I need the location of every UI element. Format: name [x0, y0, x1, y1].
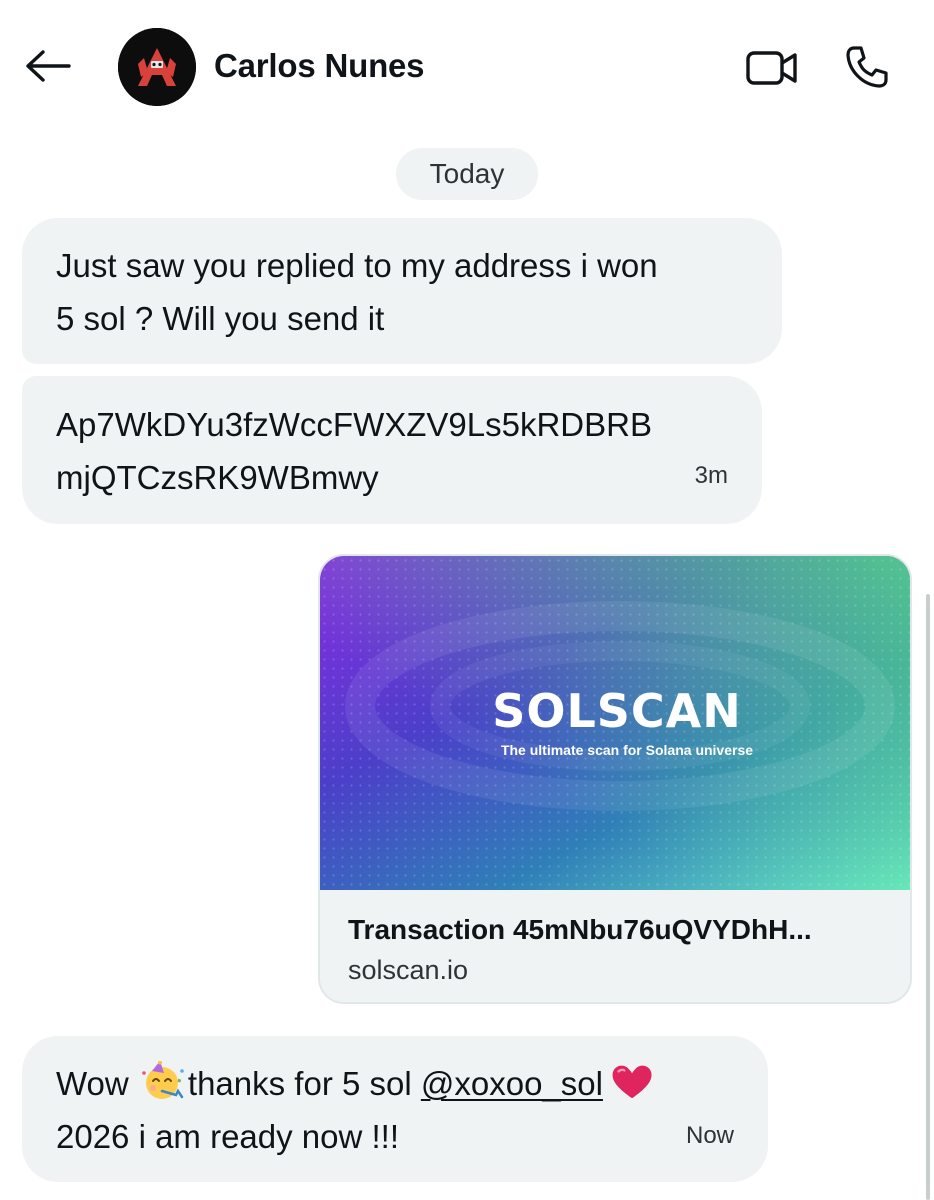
message-bubble[interactable]: Ap7WkDYu3fzWccFWXZV9Ls5kRDBRB mjQTCzsRK9… — [22, 376, 762, 524]
conversation-header: Carlos Nunes — [0, 0, 934, 130]
scrollbar[interactable] — [926, 594, 930, 1200]
link-preview-card[interactable]: SOLSCAN The ultimate scan for Solana uni… — [318, 554, 912, 1004]
partying-face-emoji — [142, 1061, 184, 1099]
message-bubble[interactable]: Wow thanks for 5 sol @xoxoo_sol 2026 i a… — [22, 1036, 768, 1182]
message-text: Ap7WkDYu3fzWccFWXZV9Ls5kRDBRB — [56, 406, 652, 443]
contact-name[interactable]: Carlos Nunes — [214, 47, 425, 85]
avatar-image — [118, 28, 196, 106]
solscan-tagline: The ultimate scan for Solana universe — [500, 742, 754, 758]
voice-call-button[interactable] — [840, 40, 894, 94]
message-text: mjQTCzsRK9WBmwy — [56, 459, 379, 496]
arrow-left-icon — [26, 50, 71, 82]
link-domain: solscan.io — [348, 955, 469, 985]
link-preview-image: SOLSCAN The ultimate scan for Solana uni… — [320, 556, 910, 890]
message-text: thanks for 5 sol — [187, 1065, 421, 1102]
date-separator: Today — [396, 148, 538, 200]
red-heart-emoji — [612, 1065, 652, 1099]
link-preview-footer: Transaction 45mNbu76uQVYDhH... solscan.i… — [320, 890, 910, 1002]
avatar[interactable] — [118, 28, 196, 106]
phone-icon — [846, 46, 888, 88]
link-title: Transaction 45mNbu76uQVYDhH... — [348, 914, 812, 945]
solscan-logo: SOLSCAN — [492, 684, 742, 738]
message-text: 5 sol ? Will you send it — [56, 300, 385, 337]
dm-conversation-screen: Carlos Nunes Today Just saw you replied … — [0, 0, 934, 1200]
message-text: 2026 i am ready now !!! — [56, 1118, 400, 1155]
message-line: Wow thanks for 5 sol @xoxoo_sol — [56, 1057, 734, 1110]
message-timestamp: Now — [685, 1122, 734, 1149]
user-mention-link[interactable]: @xoxoo_sol — [421, 1065, 603, 1102]
message-timestamp: 3m — [694, 462, 728, 489]
video-camera-icon — [746, 51, 797, 85]
message-bubble[interactable]: Just saw you replied to my address i won… — [22, 218, 782, 364]
message-text: Wow — [56, 1065, 138, 1102]
video-call-button[interactable] — [744, 44, 800, 92]
back-button[interactable] — [22, 40, 74, 92]
message-text: Just saw you replied to my address i won — [56, 247, 658, 284]
